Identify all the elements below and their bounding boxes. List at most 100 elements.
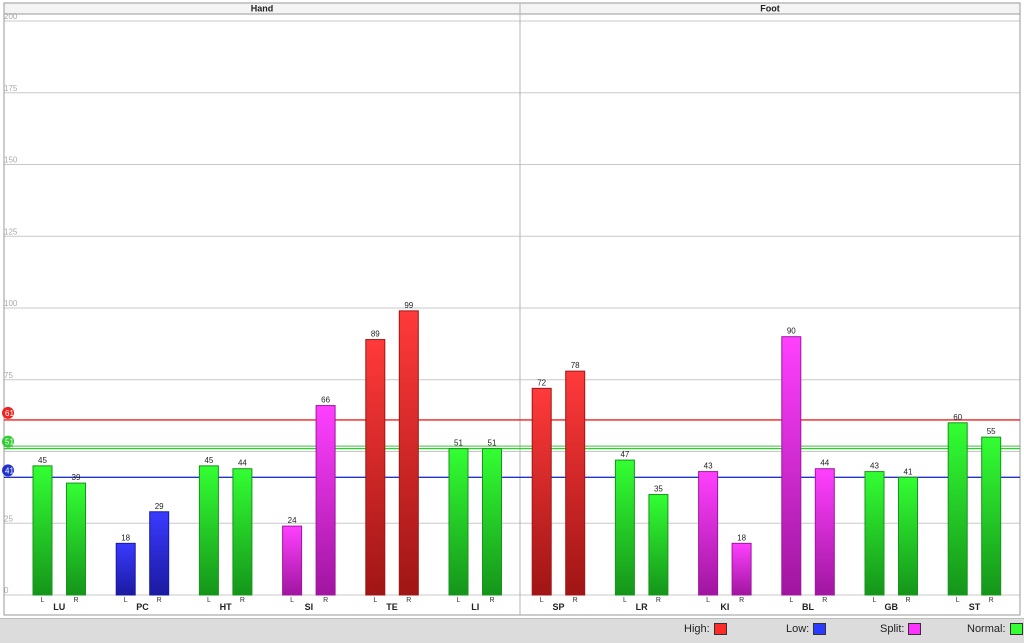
bar-si-r: [315, 405, 336, 596]
side-label: R: [905, 597, 910, 604]
category-label-ht: HT: [220, 602, 232, 612]
category-label-pc: PC: [136, 602, 149, 612]
legend-high: High:: [684, 623, 727, 635]
bar-pc-r: [149, 511, 170, 596]
legend-split-label: Split:: [880, 623, 905, 635]
side-label: R: [989, 597, 994, 604]
group-header: [3, 2, 1021, 15]
group-title-foot: Foot: [760, 4, 780, 14]
side-label: R: [573, 597, 578, 604]
reference-label-normal: 51: [5, 438, 14, 447]
side-label: L: [373, 597, 377, 604]
data-label: 45: [38, 456, 47, 465]
side-label: L: [207, 597, 211, 604]
legend-low-label: Low:: [786, 623, 810, 635]
data-label: 35: [654, 485, 663, 494]
side-label: R: [406, 597, 411, 604]
data-label: 24: [288, 516, 297, 525]
category-label-lu: LU: [53, 602, 65, 612]
bar-st-r: [981, 436, 1002, 596]
bar-ht-l: [198, 465, 219, 596]
bar-sp-l: [531, 387, 552, 596]
y-tick-label: 100: [4, 299, 18, 308]
bar-te-r: [398, 310, 419, 596]
side-label: L: [873, 597, 877, 604]
data-label: 47: [620, 450, 629, 459]
legend-low-swatch: [813, 623, 827, 635]
side-label: L: [124, 597, 128, 604]
bar-bl-l: [781, 336, 802, 596]
legend-normal-swatch: [1009, 623, 1023, 635]
bar-gb-r: [898, 476, 918, 596]
y-tick-label: 0: [4, 586, 9, 595]
legend-split-swatch: [908, 623, 922, 635]
side-label: R: [157, 597, 162, 604]
bar-ki-r: [731, 542, 752, 596]
side-label: L: [540, 597, 544, 604]
category-label-te: TE: [386, 602, 398, 612]
side-label: L: [706, 597, 710, 604]
data-label: 55: [987, 427, 996, 436]
data-label: 44: [820, 459, 829, 468]
reference-label-high: 61: [5, 409, 14, 418]
bar-gb-l: [864, 471, 885, 596]
legend-low: Low:: [786, 623, 827, 635]
data-label: 99: [404, 301, 413, 310]
reference-label-low: 41: [5, 466, 14, 475]
category-label-li: LI: [471, 602, 479, 612]
bar-si-l: [282, 525, 303, 596]
data-label: 89: [371, 330, 380, 339]
data-label: 43: [870, 462, 879, 471]
category-label-gb: GB: [885, 602, 899, 612]
data-label: 18: [737, 533, 746, 542]
data-label: 39: [72, 473, 81, 482]
legend-high-swatch: [713, 623, 727, 635]
data-label: 43: [704, 462, 713, 471]
side-label: R: [822, 597, 827, 604]
data-label: 66: [321, 396, 330, 405]
y-tick-label: 175: [4, 84, 18, 93]
category-label-lr: LR: [636, 602, 648, 612]
data-label: 29: [155, 502, 164, 511]
y-tick-label: 25: [4, 514, 13, 523]
side-label: R: [323, 597, 328, 604]
data-label: 78: [571, 361, 580, 370]
legend-normal: Normal:: [967, 623, 1023, 635]
bar-pc-l: [115, 542, 136, 596]
y-tick-label: 150: [4, 156, 18, 165]
data-label: 44: [238, 459, 247, 468]
legend-normal-label: Normal:: [967, 623, 1006, 635]
data-label: 45: [204, 456, 213, 465]
bar-ki-l: [698, 471, 719, 596]
y-tick-label: 125: [4, 227, 18, 236]
category-label-st: ST: [969, 602, 981, 612]
bar-lu-r: [66, 482, 86, 596]
meridian-bar-chart: HandFoot025507510012515017520061514145L3…: [2, 2, 1021, 616]
data-label: 41: [904, 467, 913, 476]
data-label: 72: [537, 378, 546, 387]
side-label: R: [739, 597, 744, 604]
bar-sp-r: [565, 370, 586, 596]
legend-high-label: High:: [684, 623, 710, 635]
side-label: L: [956, 597, 960, 604]
category-label-si: SI: [305, 602, 314, 612]
bar-lr-r: [648, 494, 669, 596]
bar-lu-l: [32, 465, 53, 596]
data-label: 90: [787, 327, 796, 336]
bar-li-r: [482, 448, 502, 596]
side-label: L: [789, 597, 793, 604]
category-label-sp: SP: [552, 602, 564, 612]
data-label: 18: [121, 533, 130, 542]
y-tick-label: 75: [4, 371, 13, 380]
side-label: L: [290, 597, 294, 604]
side-label: R: [73, 597, 78, 604]
data-label: 51: [488, 439, 497, 448]
data-label: 60: [953, 413, 962, 422]
side-label: R: [489, 597, 494, 604]
bar-st-l: [947, 422, 968, 596]
side-label: L: [41, 597, 45, 604]
bar-te-l: [365, 339, 386, 596]
legend: High: Low: Split: Normal:: [0, 618, 1024, 643]
legend-split: Split:: [880, 623, 922, 635]
category-label-bl: BL: [802, 602, 814, 612]
